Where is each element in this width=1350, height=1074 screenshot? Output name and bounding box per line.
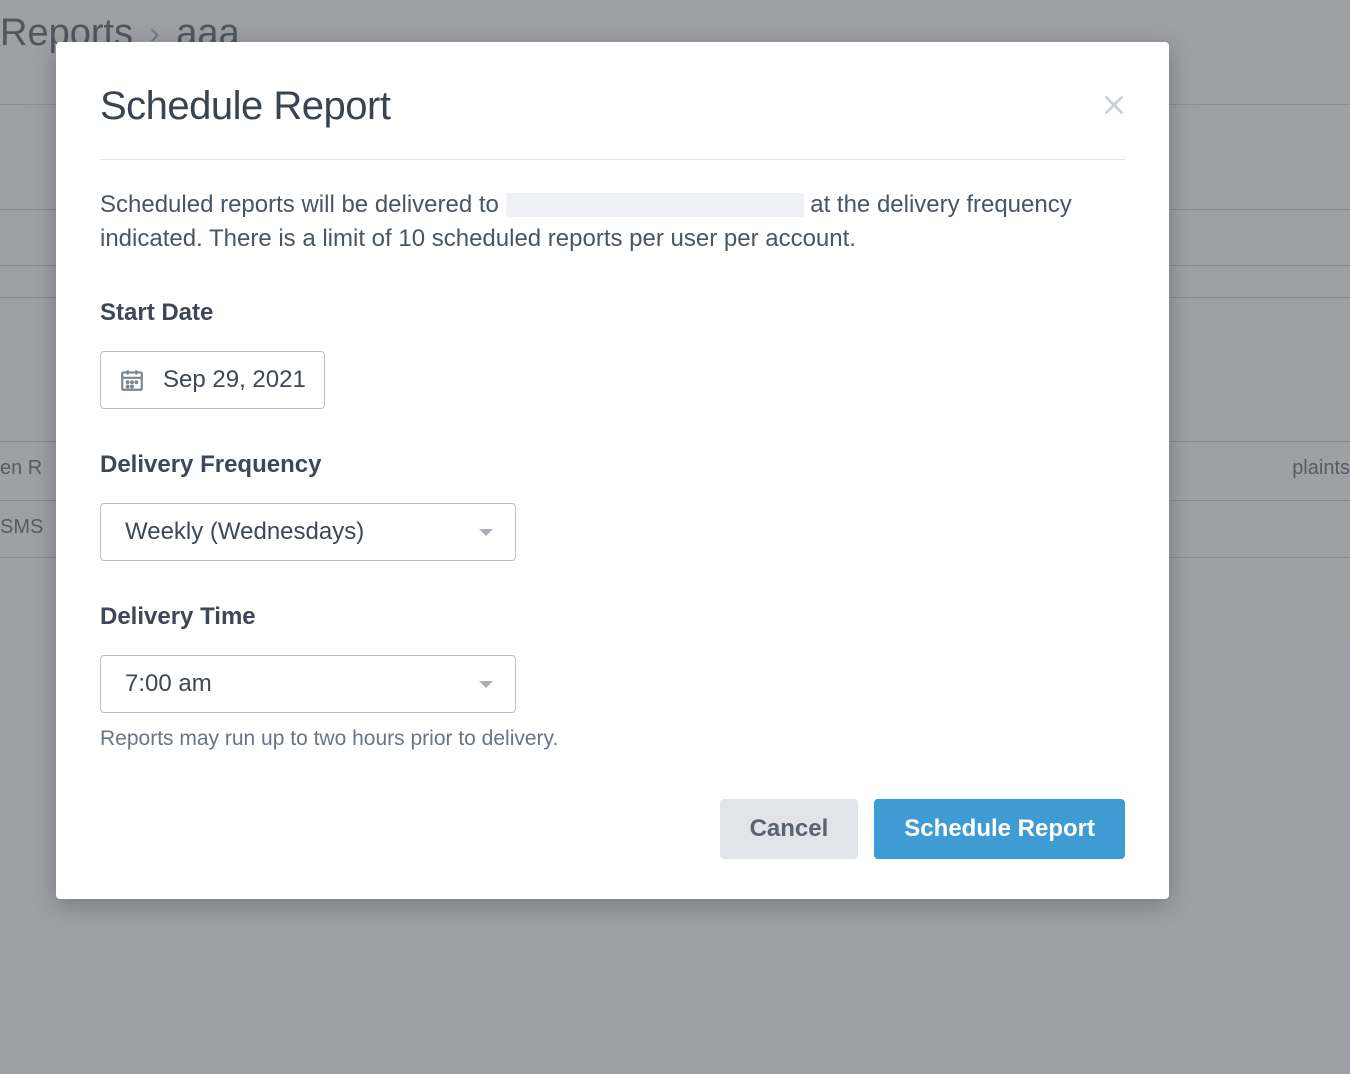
close-button[interactable] (1097, 88, 1131, 125)
delivery-time-select[interactable]: 7:00 am (100, 655, 516, 713)
delivery-time-value: 7:00 am (125, 670, 212, 698)
delivery-time-label: Delivery Time (100, 603, 1125, 631)
close-icon (1101, 92, 1127, 118)
modal-title: Schedule Report (100, 84, 390, 129)
redacted-email (506, 193, 804, 217)
schedule-report-button[interactable]: Schedule Report (874, 799, 1125, 859)
delivery-time-help: Reports may run up to two hours prior to… (100, 727, 1125, 751)
cancel-button[interactable]: Cancel (720, 799, 859, 859)
start-date-value: Sep 29, 2021 (163, 366, 306, 394)
delivery-time-group: Delivery Time 7:00 am (100, 603, 1125, 713)
delivery-frequency-group: Delivery Frequency Weekly (Wednesdays) (100, 451, 1125, 561)
delivery-frequency-value: Weekly (Wednesdays) (125, 518, 364, 546)
delivery-frequency-select[interactable]: Weekly (Wednesdays) (100, 503, 516, 561)
start-date-picker[interactable]: Sep 29, 2021 (100, 351, 325, 409)
delivery-frequency-label: Delivery Frequency (100, 451, 1125, 479)
calendar-icon (119, 367, 145, 393)
start-date-group: Start Date Sep 29, 2021 (100, 299, 1125, 409)
modal-footer: Cancel Schedule Report (100, 799, 1125, 859)
chevron-down-icon (479, 529, 493, 536)
schedule-report-modal: Schedule Report Scheduled reports will b… (56, 42, 1169, 899)
start-date-label: Start Date (100, 299, 1125, 327)
chevron-down-icon (479, 681, 493, 688)
modal-description: Scheduled reports will be delivered to a… (100, 188, 1125, 255)
